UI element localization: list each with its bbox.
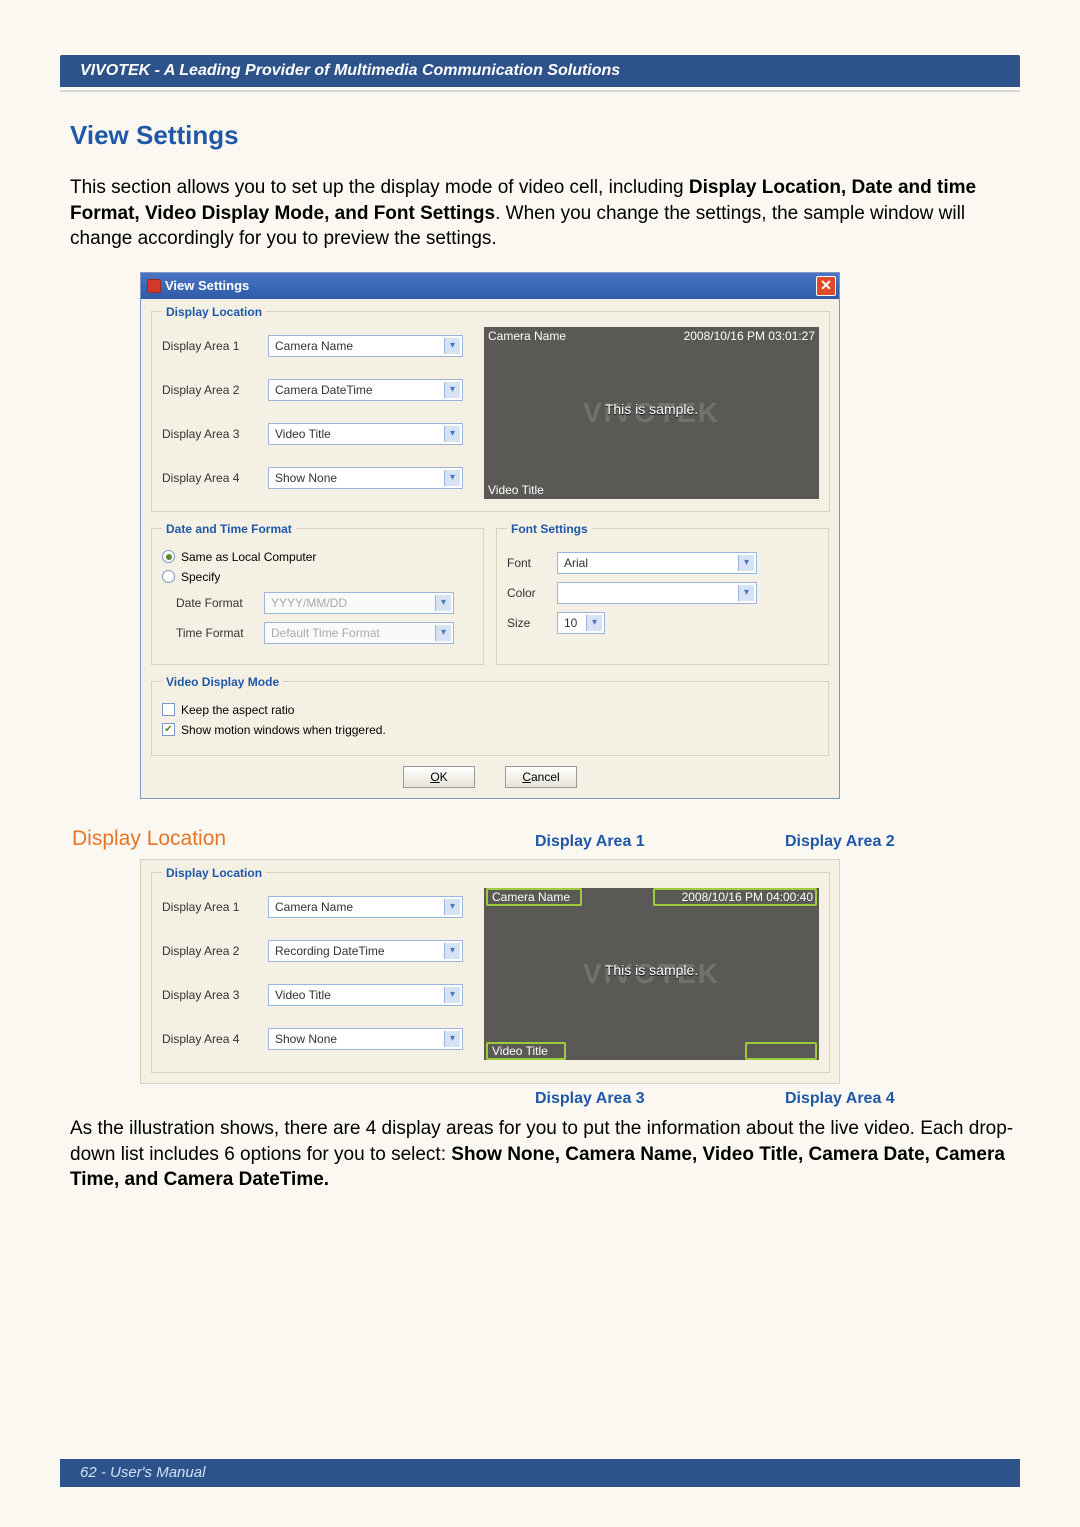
size-label: Size bbox=[507, 616, 551, 630]
chevron-down-icon: ▾ bbox=[738, 555, 754, 571]
date-time-format-group: Date and Time Format Same as Local Compu… bbox=[151, 522, 484, 665]
view-settings-dialog: View Settings ✕ Display Location Display… bbox=[140, 272, 840, 799]
color-label: Color bbox=[507, 586, 551, 600]
area3-label: Display Area 3 bbox=[162, 427, 262, 441]
chevron-down-icon: ▾ bbox=[444, 338, 460, 354]
date-format-label: Date Format bbox=[176, 596, 258, 610]
cancel-button[interactable]: Cancel bbox=[505, 766, 577, 788]
chevron-down-icon: ▾ bbox=[444, 426, 460, 442]
font-legend: Font Settings bbox=[507, 522, 592, 536]
preview2-datetime: 2008/10/16 PM 04:00:40 bbox=[682, 890, 813, 904]
ok-button[interactable]: OK bbox=[403, 766, 475, 788]
chevron-down-icon: ▾ bbox=[444, 899, 460, 915]
keep-aspect-label: Keep the aspect ratio bbox=[181, 703, 294, 717]
chevron-down-icon: ▾ bbox=[444, 943, 460, 959]
display-location-legend-2: Display Location bbox=[162, 866, 266, 880]
callout-area4: Display Area 4 bbox=[785, 1090, 895, 1108]
preview2-video-title: Video Title bbox=[492, 1044, 548, 1058]
intro-paragraph: This section allows you to set up the di… bbox=[70, 175, 1030, 252]
size-select[interactable]: 10▾ bbox=[557, 612, 605, 634]
highlight-area4 bbox=[745, 1042, 817, 1060]
area2-label-2: Display Area 2 bbox=[162, 944, 262, 958]
dtf-legend: Date and Time Format bbox=[162, 522, 296, 536]
font-settings-group: Font Settings Font Arial▾ Color ▾ Size 1… bbox=[496, 522, 829, 665]
area3-select[interactable]: Video Title▾ bbox=[268, 423, 463, 445]
doc-header: VIVOTEK - A Leading Provider of Multimed… bbox=[60, 55, 1020, 87]
area1-label-2: Display Area 1 bbox=[162, 900, 262, 914]
preview-pane: Camera Name 2008/10/16 PM 03:01:27 VIVOT… bbox=[484, 327, 819, 499]
radio-same-label: Same as Local Computer bbox=[181, 550, 316, 564]
header-rule bbox=[60, 90, 1020, 92]
app-icon bbox=[147, 279, 161, 293]
preview-pane-2: Camera Name 2008/10/16 PM 04:00:40 VIVOT… bbox=[484, 888, 819, 1060]
preview-camera-name: Camera Name bbox=[488, 329, 566, 343]
area2-label: Display Area 2 bbox=[162, 383, 262, 397]
illustration-paragraph: As the illustration shows, there are 4 d… bbox=[70, 1116, 1030, 1193]
display-location-panel-2: Display Location Display Area 1 Camera N… bbox=[140, 859, 840, 1084]
area2-select[interactable]: Camera DateTime▾ bbox=[268, 379, 463, 401]
dialog-titlebar: View Settings ✕ bbox=[141, 273, 839, 299]
font-label: Font bbox=[507, 556, 551, 570]
callout-area3: Display Area 3 bbox=[535, 1090, 645, 1108]
area4-label: Display Area 4 bbox=[162, 471, 262, 485]
chevron-down-icon: ▾ bbox=[444, 987, 460, 1003]
chevron-down-icon: ▾ bbox=[738, 585, 754, 601]
preview2-camera-name: Camera Name bbox=[492, 890, 570, 904]
time-format-label: Time Format bbox=[176, 626, 258, 640]
vdm-legend: Video Display Mode bbox=[162, 675, 283, 689]
chevron-down-icon: ▾ bbox=[444, 382, 460, 398]
date-format-select: YYYY/MM/DD▾ bbox=[264, 592, 454, 614]
close-icon[interactable]: ✕ bbox=[816, 276, 836, 296]
doc-footer: 62 - User's Manual bbox=[60, 1459, 1020, 1487]
radio-specify-label: Specify bbox=[181, 570, 220, 584]
chevron-down-icon: ▾ bbox=[586, 615, 602, 631]
color-select[interactable]: ▾ bbox=[557, 582, 757, 604]
radio-specify[interactable] bbox=[162, 570, 175, 583]
preview-sample-text: This is sample. bbox=[605, 401, 698, 417]
area1-label: Display Area 1 bbox=[162, 339, 262, 353]
chevron-down-icon: ▾ bbox=[444, 470, 460, 486]
preview2-sample-text: This is sample. bbox=[605, 962, 698, 978]
area3-label-2: Display Area 3 bbox=[162, 988, 262, 1002]
intro-text: This section allows you to set up the di… bbox=[70, 177, 689, 198]
radio-same-as-local[interactable] bbox=[162, 550, 175, 563]
video-display-mode-group: Video Display Mode Keep the aspect ratio… bbox=[151, 675, 829, 756]
page-title: View Settings bbox=[70, 120, 1030, 151]
chevron-down-icon: ▾ bbox=[444, 1031, 460, 1047]
area1-select-2[interactable]: Camera Name▾ bbox=[268, 896, 463, 918]
preview-video-title: Video Title bbox=[488, 483, 544, 497]
dialog-title-text: View Settings bbox=[165, 278, 249, 293]
chevron-down-icon: ▾ bbox=[435, 595, 451, 611]
area4-label-2: Display Area 4 bbox=[162, 1032, 262, 1046]
area4-select-2[interactable]: Show None▾ bbox=[268, 1028, 463, 1050]
area4-select[interactable]: Show None▾ bbox=[268, 467, 463, 489]
display-location-legend: Display Location bbox=[162, 305, 266, 319]
preview-datetime: 2008/10/16 PM 03:01:27 bbox=[684, 329, 815, 343]
area2-select-2[interactable]: Recording DateTime▾ bbox=[268, 940, 463, 962]
checkbox-keep-aspect[interactable] bbox=[162, 703, 175, 716]
font-select[interactable]: Arial▾ bbox=[557, 552, 757, 574]
callout-area2: Display Area 2 bbox=[785, 833, 895, 851]
chevron-down-icon: ▾ bbox=[435, 625, 451, 641]
time-format-select: Default Time Format▾ bbox=[264, 622, 454, 644]
display-location-group: Display Location Display Area 1 Camera N… bbox=[151, 305, 830, 512]
show-motion-label: Show motion windows when triggered. bbox=[181, 723, 386, 737]
checkbox-show-motion[interactable]: ✔ bbox=[162, 723, 175, 736]
area3-select-2[interactable]: Video Title▾ bbox=[268, 984, 463, 1006]
callout-area1: Display Area 1 bbox=[535, 833, 645, 851]
area1-select[interactable]: Camera Name▾ bbox=[268, 335, 463, 357]
